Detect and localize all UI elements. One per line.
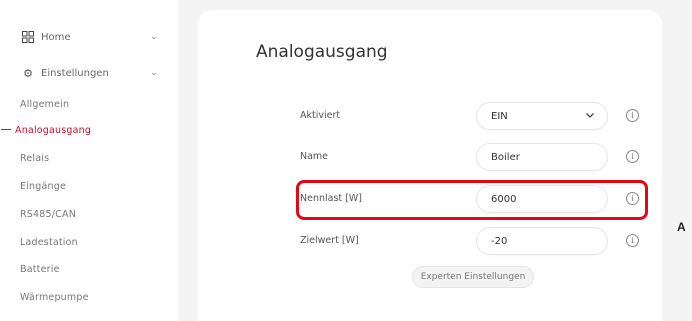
nav-settings[interactable]: ⚙ Einstellungen ⌄ bbox=[0, 62, 170, 84]
sidebar-item-eingaenge[interactable]: Eingänge bbox=[0, 177, 170, 195]
sidebar-item-label: Allgemein bbox=[20, 98, 70, 110]
info-glyph: i bbox=[631, 152, 634, 161]
aktiviert-value: EIN bbox=[491, 110, 508, 122]
expert-settings-button[interactable]: Experten Einstellungen bbox=[412, 266, 534, 288]
home-icon bbox=[22, 31, 34, 43]
nav-home-label: Home bbox=[41, 31, 71, 43]
name-label: Name bbox=[300, 151, 329, 162]
gear-icon: ⚙ bbox=[23, 66, 33, 80]
highlight-box bbox=[296, 180, 648, 220]
sidebar-item-relais[interactable]: Relais bbox=[0, 149, 170, 167]
page-title: Analogausgang bbox=[256, 42, 388, 62]
chevron-down-icon: ⌄ bbox=[150, 68, 158, 78]
sidebar-item-label: Wärmepumpe bbox=[20, 291, 89, 303]
sidebar-item-label: Analogausgang bbox=[15, 124, 92, 136]
name-input[interactable]: Boiler bbox=[476, 143, 608, 171]
nav-home[interactable]: Home ⌄ bbox=[0, 26, 170, 48]
aktiviert-label: Aktiviert bbox=[300, 110, 341, 121]
info-glyph: i bbox=[631, 111, 634, 120]
sidebar-item-label: Batterie bbox=[20, 263, 60, 275]
sidebar-item-label: Eingänge bbox=[20, 180, 67, 192]
info-icon[interactable]: i bbox=[626, 150, 639, 163]
zielwert-label: Zielwert [W] bbox=[300, 235, 359, 246]
sidebar-item-label: Ladestation bbox=[20, 236, 78, 248]
sidebar: Home ⌄ ⚙ Einstellungen ⌄ Allgemein Analo… bbox=[0, 0, 178, 321]
name-value: Boiler bbox=[491, 151, 520, 163]
sidebar-item-analogausgang[interactable]: Analogausgang bbox=[0, 121, 170, 139]
sidebar-item-ladestation[interactable]: Ladestation bbox=[0, 233, 170, 251]
info-glyph: i bbox=[631, 236, 634, 245]
active-indicator bbox=[1, 129, 11, 130]
chevron-down-icon: ⌄ bbox=[150, 32, 158, 42]
sidebar-item-allgemein[interactable]: Allgemein bbox=[0, 95, 170, 113]
zielwert-value: -20 bbox=[491, 235, 508, 247]
sidebar-item-waermepumpe[interactable]: Wärmepumpe bbox=[0, 288, 170, 306]
sidebar-item-rs485-can[interactable]: RS485/CAN bbox=[0, 205, 170, 223]
aktiviert-select[interactable]: EIN bbox=[476, 102, 608, 130]
nav-settings-label: Einstellungen bbox=[41, 67, 109, 79]
zielwert-input[interactable]: -20 bbox=[476, 227, 608, 255]
chevron-down-icon bbox=[586, 113, 594, 118]
sidebar-item-label: Relais bbox=[20, 152, 50, 164]
annotation-marker: A bbox=[677, 220, 686, 234]
sidebar-item-label: RS485/CAN bbox=[20, 208, 77, 220]
info-icon[interactable]: i bbox=[626, 234, 639, 247]
info-icon[interactable]: i bbox=[626, 109, 639, 122]
sidebar-item-batterie[interactable]: Batterie bbox=[0, 260, 170, 278]
